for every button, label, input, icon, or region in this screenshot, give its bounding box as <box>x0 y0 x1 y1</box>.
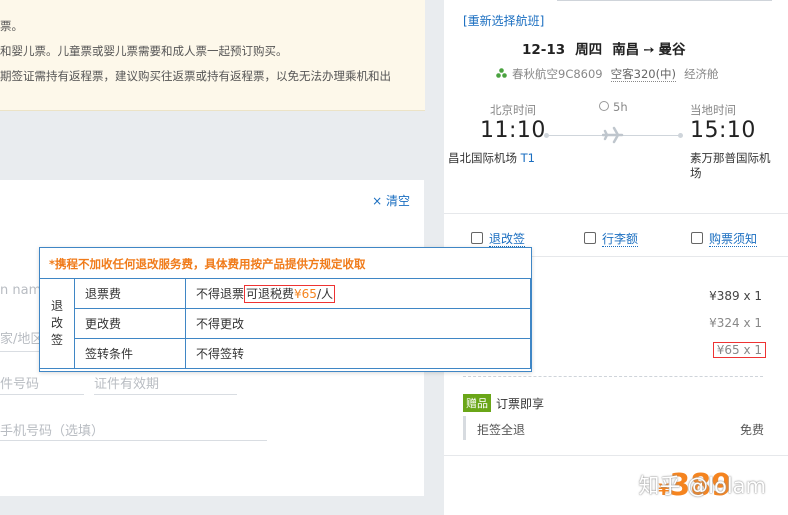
refund-fee-label: 退票费 <box>74 278 186 309</box>
from-city: 南昌 <box>612 42 640 58</box>
luggage-icon <box>584 232 596 244</box>
endorse-value: 不得签转 <box>185 338 531 369</box>
policy-side-label: 退改签 <box>39 278 75 369</box>
policy-table: 退改签 退票费 不得退票 可退税费¥65/人 更改费 不得更改 签转条件 不得签转 <box>39 278 531 369</box>
country-underline <box>0 351 40 352</box>
route-header: 12-13 周四 南昌 ➙ 曼谷 <box>522 38 696 58</box>
id-expiry-underline <box>94 394 237 395</box>
gift-badge: 赠品 <box>463 394 491 412</box>
divider <box>444 213 788 214</box>
refundable-tax: 可退税费¥65/人 <box>244 285 335 303</box>
table-row: 更改费 不得更改 <box>40 308 531 339</box>
gift-text: 订票即享 <box>496 397 545 411</box>
flight-weekday: 周四 <box>575 42 603 58</box>
tab-notice-label: 购票须知 <box>709 232 758 247</box>
refundable-tax-amount: ¥65 <box>294 287 317 301</box>
table-row: 签转条件 不得签转 <box>40 338 531 369</box>
price-row-fare: ¥324 x 1 <box>709 316 762 330</box>
departure-time-label: 北京时间 <box>490 103 536 117</box>
tab-purchase-notice[interactable]: 购票须知 <box>691 230 758 247</box>
reselect-flight-link[interactable]: [重新选择航班] <box>463 12 544 29</box>
notice-line-3: 期签证需持有返程票，建议购买往返票或持有返程票，以免无法办理乘机和出 <box>0 69 391 83</box>
timeline-start-dot <box>544 133 549 138</box>
id-number-input[interactable]: 件号码 <box>0 373 39 392</box>
id-number-underline <box>0 394 84 395</box>
arrival-time-label: 当地时间 <box>690 103 736 117</box>
arrival-time: 15:10 <box>690 118 756 143</box>
tab-baggage-label: 行李额 <box>602 232 639 247</box>
refundable-tax-label: 可退税费 <box>246 287 295 301</box>
clear-button[interactable]: × 清空 <box>372 192 410 209</box>
plane-icon <box>601 126 624 147</box>
gift-item-bar <box>463 416 466 440</box>
watermark: 知乎 @lolam <box>638 474 766 498</box>
arrival-airport-line-1: 素万那普国际机 <box>690 151 771 165</box>
timeline-end-dot <box>678 133 683 138</box>
arrival-airport-line-2: 场 <box>690 166 702 180</box>
top-border <box>557 0 772 1</box>
document-icon <box>691 232 703 244</box>
notice-line-1: 票。 <box>0 19 23 33</box>
airline-flight-no: 春秋航空9C8609 <box>512 67 603 81</box>
flight-info: 春秋航空9C8609 空客320(中) 经济舱 <box>496 66 727 82</box>
price-row-ticket: ¥389 x 1 <box>709 289 762 303</box>
divider <box>444 455 788 456</box>
departure-airport-name: 昌北国际机场 <box>448 151 517 165</box>
duration-value: 5h <box>613 100 628 114</box>
arrival-airport: 素万那普国际机 场 <box>690 151 771 181</box>
price-row-tax: ¥65 x 1 <box>712 342 766 358</box>
policy-side-text: 退改签 <box>50 299 63 347</box>
refundable-tax-unit: /人 <box>316 287 333 301</box>
change-fee-value: 不得更改 <box>185 308 531 339</box>
change-fee-label: 更改费 <box>74 308 186 339</box>
tab-change-label: 退改签 <box>489 232 526 247</box>
aircraft-type[interactable]: 空客320(中) <box>610 67 677 82</box>
gift-item-label: 拒签全退 <box>477 423 526 437</box>
clock-icon <box>599 101 609 111</box>
flight-date: 12-13 <box>522 42 566 58</box>
tab-baggage[interactable]: 行李额 <box>584 230 639 247</box>
notice-line-2: 和婴儿票。儿童票或婴儿票需要和成人票一起预订购买。 <box>0 44 288 58</box>
refund-fee-text: 不得退票 <box>196 287 245 301</box>
cabin-class: 经济舱 <box>684 67 719 81</box>
notice-panel: 票。 和婴儿票。儿童票或婴儿票需要和成人票一起预订购买。 期签证需持有返程票，建… <box>0 0 425 111</box>
departure-terminal: T1 <box>520 151 535 165</box>
to-city: 曼谷 <box>658 42 686 58</box>
table-row: 退改签 退票费 不得退票 可退税费¥65/人 <box>39 278 531 369</box>
departure-time: 11:10 <box>480 118 546 143</box>
gift-item-price: 免费 <box>739 423 764 437</box>
phone-underline <box>0 440 267 441</box>
endorse-label: 签转条件 <box>74 338 186 369</box>
refund-fee-value: 不得退票 可退税费¥65/人 <box>185 278 531 309</box>
duration: 5h <box>599 100 628 114</box>
airline-logo-icon <box>496 68 507 79</box>
refund-policy-popover: *携程不加收任何退改服务费，具体费用按产品提供方规定收取 退改签 退票费 不得退… <box>39 247 532 372</box>
refund-icon <box>471 232 483 244</box>
popover-title: *携程不加收任何退改服务费，具体费用按产品提供方规定收取 <box>49 257 366 271</box>
dashed-divider <box>463 376 763 377</box>
tab-change-policy[interactable]: 退改签 <box>471 230 526 247</box>
arrow-icon: ➙ <box>643 42 655 58</box>
country-select[interactable]: 家/地区 <box>0 328 43 347</box>
phone-input[interactable]: 手机号码（选填） <box>0 420 104 439</box>
id-expiry-input[interactable]: 证件有效期 <box>94 373 159 392</box>
departure-airport: 昌北国际机场 T1 <box>448 151 535 166</box>
